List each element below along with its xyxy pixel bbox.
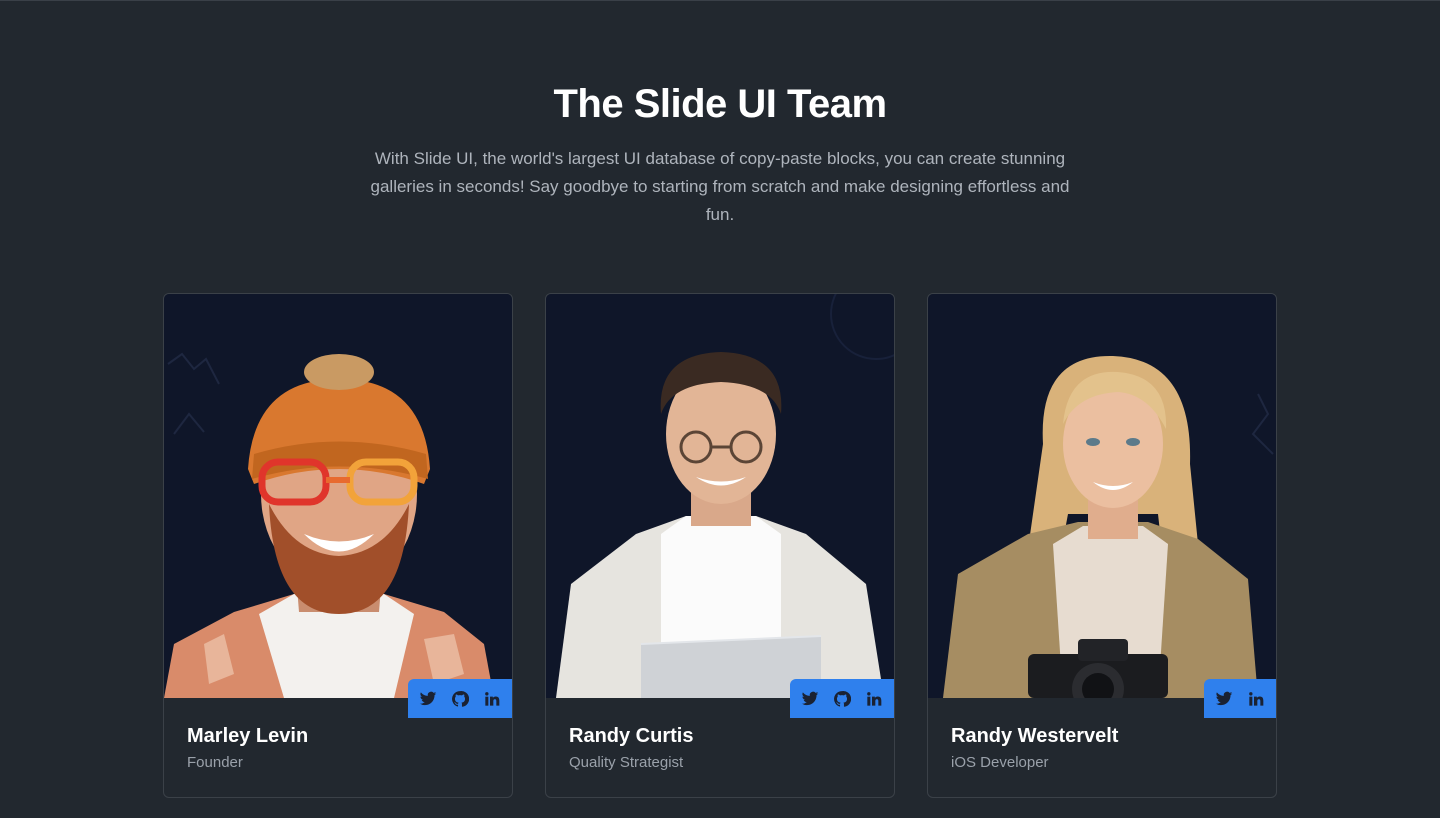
linkedin-icon[interactable]: [482, 689, 502, 709]
linkedin-icon[interactable]: [1246, 689, 1266, 709]
team-card-randy-curtis: Randy Curtis Quality Strategist: [545, 293, 895, 798]
member-photo: [546, 294, 894, 698]
member-photo: [928, 294, 1276, 698]
social-links: [408, 679, 512, 718]
github-icon[interactable]: [832, 689, 852, 709]
team-card-marley-levin: Marley Levin Founder: [163, 293, 513, 798]
top-divider: [0, 0, 1440, 1]
member-photo: [164, 294, 512, 698]
twitter-icon[interactable]: [418, 689, 438, 709]
linkedin-icon[interactable]: [864, 689, 884, 709]
section-description: With Slide UI, the world's largest UI da…: [370, 149, 1070, 224]
team-card-randy-westervelt: Randy Westervelt iOS Developer: [927, 293, 1277, 798]
member-role: Founder: [187, 754, 243, 771]
twitter-icon[interactable]: [1214, 689, 1234, 709]
member-name: Marley Levin: [187, 725, 309, 747]
github-icon[interactable]: [450, 689, 470, 709]
member-name: Randy Curtis: [569, 725, 694, 747]
twitter-icon[interactable]: [800, 689, 820, 709]
member-name: Randy Westervelt: [951, 725, 1119, 747]
section-title: The Slide UI Team: [553, 82, 887, 126]
social-links: [790, 679, 894, 718]
social-links: [1204, 679, 1276, 718]
member-role: Quality Strategist: [569, 754, 684, 771]
member-role: iOS Developer: [951, 754, 1049, 771]
